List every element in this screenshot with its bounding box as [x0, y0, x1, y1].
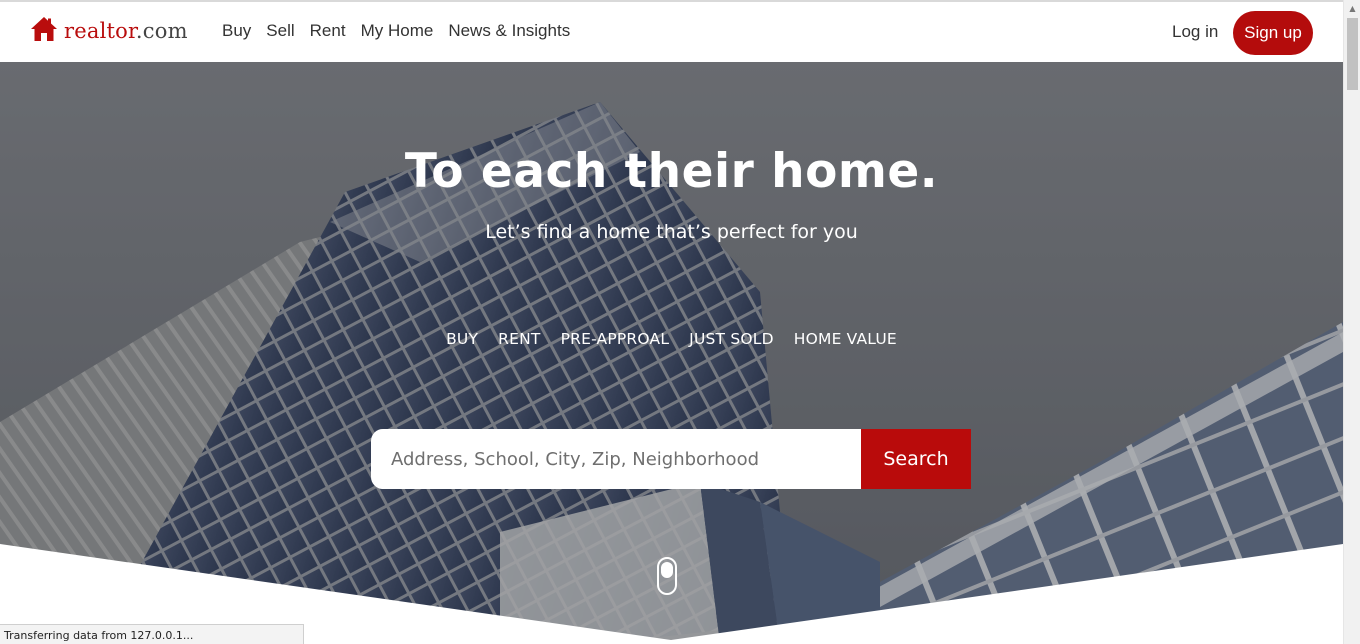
search-bar: Search: [371, 429, 971, 489]
logo-text: realtor.com: [64, 19, 188, 43]
house-icon: [30, 16, 64, 46]
page-scrollbar[interactable]: ▲: [1343, 0, 1360, 644]
tab-pre-approval[interactable]: PRE-APPROAL: [561, 330, 670, 348]
hero-section: To each their home. Let’s find a home th…: [0, 62, 1343, 644]
browser-viewport: realtor.com Buy Sell Rent My Home News &…: [0, 0, 1343, 644]
hero-title: To each their home.: [404, 144, 939, 199]
logo[interactable]: realtor.com: [30, 16, 188, 46]
tab-rent[interactable]: RENT: [498, 330, 540, 348]
nav-link-my-home[interactable]: My Home: [361, 21, 434, 41]
nav-link-rent[interactable]: Rent: [310, 21, 346, 41]
main-nav: Buy Sell Rent My Home News & Insights: [222, 21, 585, 41]
brand-tld: .com: [135, 19, 188, 43]
scroll-indicator-dot: [661, 562, 673, 578]
top-navbar: realtor.com Buy Sell Rent My Home News &…: [0, 2, 1343, 62]
browser-status-bar: Transferring data from 127.0.0.1...: [0, 624, 304, 644]
login-link[interactable]: Log in: [1172, 22, 1218, 42]
tab-buy[interactable]: BUY: [446, 330, 478, 348]
search-button[interactable]: Search: [861, 429, 971, 489]
tab-just-sold[interactable]: JUST SOLD: [689, 330, 774, 348]
signup-button[interactable]: Sign up: [1233, 11, 1313, 55]
tab-home-value[interactable]: HOME VALUE: [794, 330, 897, 348]
nav-link-buy[interactable]: Buy: [222, 21, 251, 41]
nav-link-sell[interactable]: Sell: [266, 21, 294, 41]
hero-subtitle: Let’s find a home that’s perfect for you: [485, 221, 858, 243]
brand-name: realtor: [64, 19, 136, 43]
nav-link-news-insights[interactable]: News & Insights: [448, 21, 570, 41]
scroll-up-arrow-icon[interactable]: ▲: [1344, 0, 1360, 17]
mouse-scroll-icon[interactable]: [657, 557, 677, 595]
search-tabs: BUY RENT PRE-APPROAL JUST SOLD HOME VALU…: [0, 330, 1343, 348]
search-input[interactable]: [371, 429, 861, 489]
scrollbar-thumb[interactable]: [1347, 18, 1358, 90]
